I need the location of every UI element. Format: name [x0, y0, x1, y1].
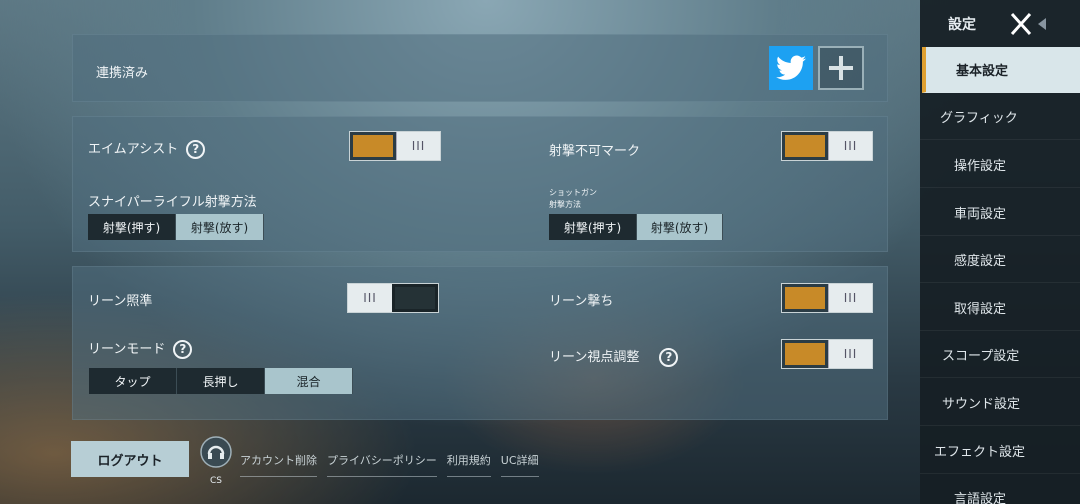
toggle-knob: III: [828, 132, 872, 160]
plus-icon: [829, 56, 853, 80]
shotgun-fire-label: ショットガン 射撃方法: [549, 187, 597, 211]
lean-mode-label: リーンモード: [88, 342, 166, 357]
help-icon[interactable]: ?: [659, 348, 679, 367]
lean-view-adjust-label: リーン視点調整: [549, 350, 640, 365]
lean-mode-tap-option[interactable]: タップ: [89, 368, 177, 394]
toggle-knob: III: [396, 132, 440, 160]
lean-mode-selector: タップ 長押し 混合: [89, 368, 353, 394]
lean-shoot-label: リーン撃ち: [549, 294, 614, 309]
help-icon[interactable]: ?: [186, 140, 206, 159]
terms-link[interactable]: 利用規約: [446, 452, 491, 477]
sniper-fire-label: スナイパーライフル射撃方法: [88, 195, 257, 210]
sidebar-item-effects[interactable]: エフェクト設定: [920, 428, 1080, 474]
uc-details-link[interactable]: UC詳細: [500, 452, 539, 477]
toggle-fill: [782, 132, 828, 160]
add-link-button[interactable]: [818, 46, 864, 90]
lean-settings-panel: [72, 266, 888, 420]
shotgun-fire-press-option[interactable]: 射撃(押す): [549, 214, 637, 240]
lean-mode-mixed-option[interactable]: 混合: [265, 368, 353, 394]
account-delete-link[interactable]: アカウント削除: [240, 452, 317, 477]
logout-button[interactable]: ログアウト: [71, 441, 189, 477]
cannot-fire-mark-toggle[interactable]: III: [781, 131, 873, 161]
customer-support-button[interactable]: CS: [200, 436, 232, 486]
sidebar-title: 設定: [948, 17, 976, 33]
headset-icon: [200, 436, 232, 468]
privacy-policy-link[interactable]: プライバシーポリシー: [327, 452, 437, 477]
twitter-button[interactable]: [769, 46, 813, 90]
toggle-knob: III: [828, 340, 872, 368]
sidebar-item-sensitivity[interactable]: 感度設定: [920, 237, 1080, 283]
sniper-fire-release-option[interactable]: 射撃(放す): [176, 214, 264, 240]
sidebar-item-scope[interactable]: スコープ設定: [920, 332, 1080, 378]
shotgun-label-line2: 射撃方法: [549, 200, 581, 209]
twitter-icon: [776, 55, 806, 80]
close-icon[interactable]: [1008, 10, 1052, 38]
settings-sidebar: 設定 基本設定 グラフィック 操作設定 車両設定 感度設定 取得設定 スコープ設…: [920, 0, 1080, 504]
sidebar-item-sound[interactable]: サウンド設定: [920, 380, 1080, 426]
aim-assist-toggle[interactable]: III: [349, 131, 441, 161]
footer-links: アカウント削除 プライバシーポリシー 利用規約 UC詳細: [240, 452, 549, 477]
sidebar-item-pickup[interactable]: 取得設定: [920, 285, 1080, 331]
help-icon[interactable]: ?: [173, 340, 193, 359]
linked-accounts-panel: [72, 34, 888, 102]
sidebar-item-graphics[interactable]: グラフィック: [920, 94, 1080, 140]
lean-aim-toggle[interactable]: III: [347, 283, 439, 313]
toggle-knob: III: [828, 284, 872, 312]
shotgun-fire-selector: 射撃(押す) 射撃(放す): [549, 214, 723, 240]
sidebar-item-controls[interactable]: 操作設定: [920, 142, 1080, 188]
toggle-fill: [782, 284, 828, 312]
linked-label: 連携済み: [96, 66, 149, 81]
lean-view-adjust-toggle[interactable]: III: [781, 339, 873, 369]
sniper-fire-press-option[interactable]: 射撃(押す): [88, 214, 176, 240]
aim-assist-row: エイムアシスト?: [88, 138, 206, 159]
lean-mode-row: リーンモード?: [88, 338, 193, 359]
sidebar-item-basic[interactable]: 基本設定: [922, 47, 1080, 93]
cannot-fire-mark-label: 射撃不可マーク: [549, 144, 641, 159]
toggle-fill: [350, 132, 396, 160]
lean-mode-hold-option[interactable]: 長押し: [177, 368, 265, 394]
lean-view-adjust-row: リーン視点調整?: [549, 346, 679, 367]
toggle-knob: III: [348, 284, 392, 312]
shotgun-fire-release-option[interactable]: 射撃(放す): [637, 214, 723, 240]
toggle-fill: [782, 340, 828, 368]
lean-shoot-toggle[interactable]: III: [781, 283, 873, 313]
toggle-fill: [392, 284, 438, 312]
cs-label: CS: [210, 476, 222, 486]
sidebar-item-vehicle[interactable]: 車両設定: [920, 190, 1080, 236]
sidebar-item-language[interactable]: 言語設定: [920, 475, 1080, 504]
sniper-fire-selector: 射撃(押す) 射撃(放す): [88, 214, 264, 240]
shotgun-label-line1: ショットガン: [549, 188, 597, 197]
lean-aim-label: リーン照準: [88, 294, 153, 309]
aim-assist-label: エイムアシスト: [88, 142, 179, 157]
